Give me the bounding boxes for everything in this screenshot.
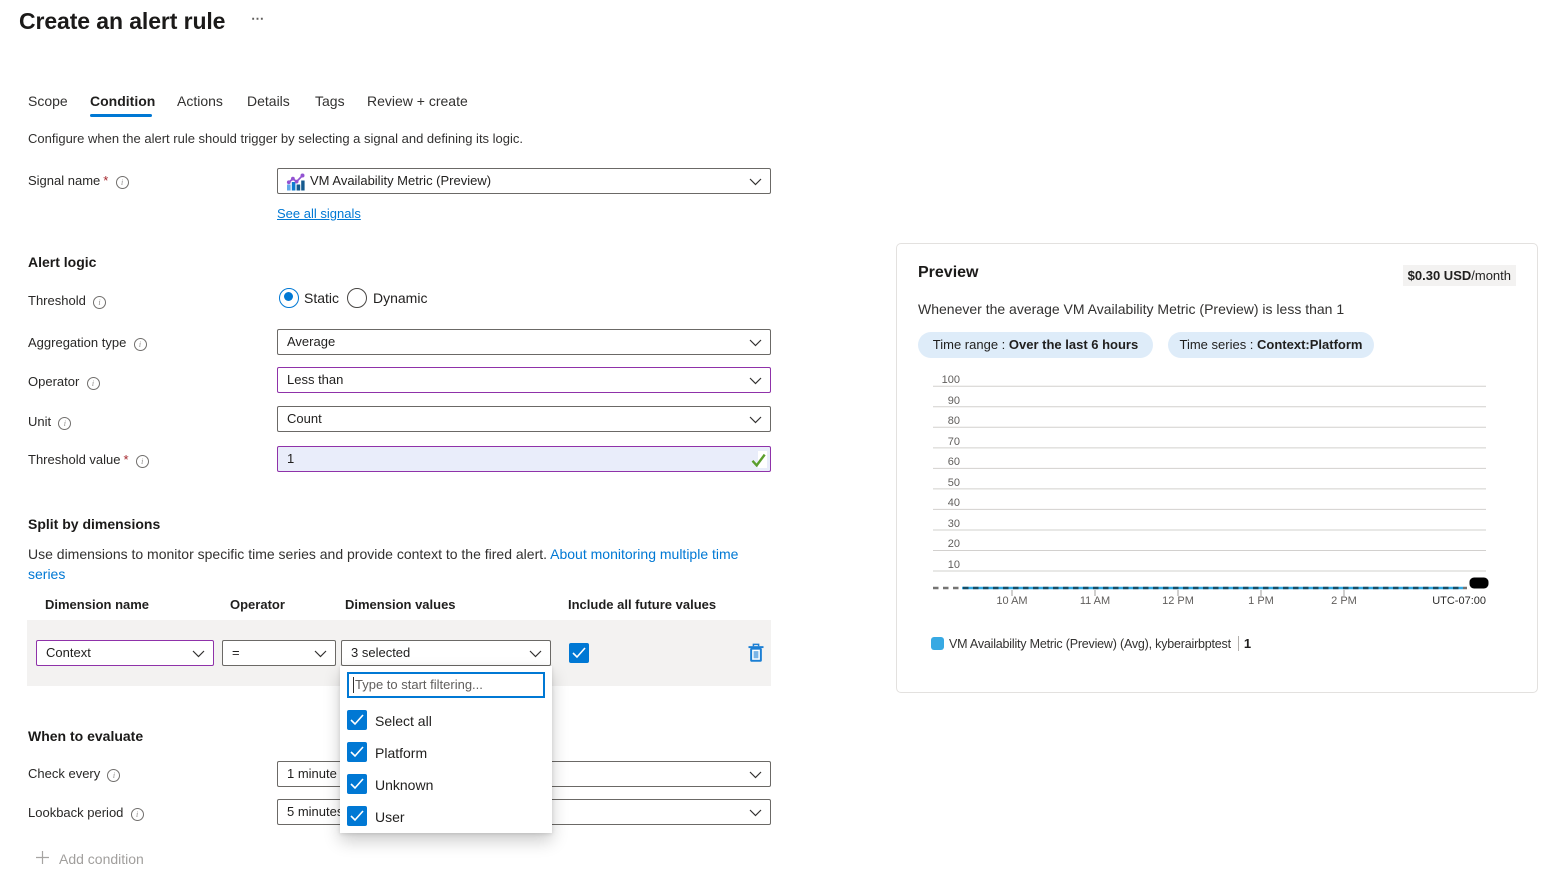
svg-text:12 PM: 12 PM xyxy=(1162,595,1194,607)
svg-text:2 PM: 2 PM xyxy=(1331,595,1357,607)
svg-text:10 AM: 10 AM xyxy=(996,595,1027,607)
svg-text:100: 100 xyxy=(942,374,960,386)
svg-text:40: 40 xyxy=(948,497,960,509)
svg-text:30: 30 xyxy=(948,518,960,530)
svg-text:50: 50 xyxy=(948,477,960,489)
svg-text:80: 80 xyxy=(948,415,960,427)
svg-text:11 AM: 11 AM xyxy=(1080,595,1110,607)
svg-text:1 PM: 1 PM xyxy=(1248,595,1274,607)
svg-text:70: 70 xyxy=(948,436,960,448)
svg-text:90: 90 xyxy=(948,395,960,407)
svg-text:60: 60 xyxy=(948,456,960,468)
svg-text:10: 10 xyxy=(948,559,960,571)
svg-text:20: 20 xyxy=(948,538,960,550)
svg-text:UTC-07:00: UTC-07:00 xyxy=(1432,595,1486,607)
